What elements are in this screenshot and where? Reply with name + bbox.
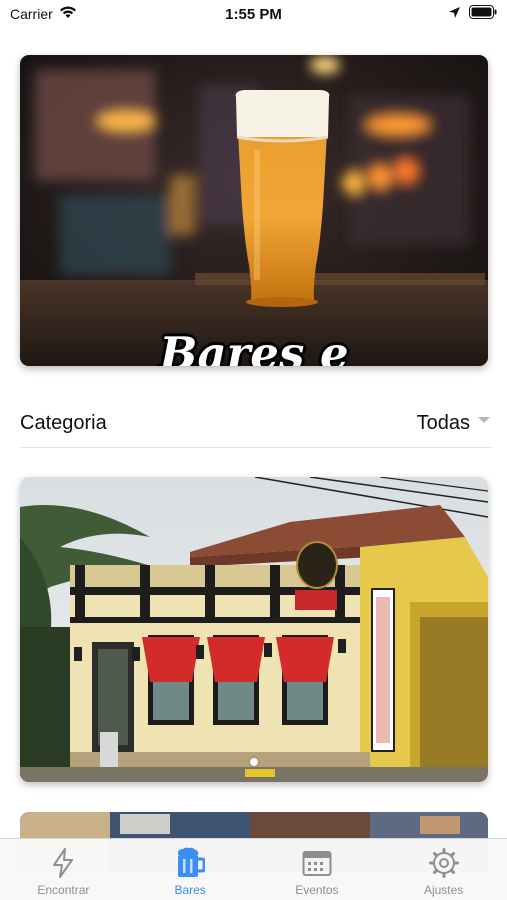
photo-page-indicator[interactable] (20, 758, 488, 766)
status-indicators (448, 5, 497, 24)
category-filter-row: Categoria Todas (20, 400, 492, 448)
tab-label-bares: Bares (174, 883, 206, 897)
category-dropdown[interactable]: Todas (417, 412, 490, 435)
chevron-down-icon (478, 416, 490, 423)
status-bar: Carrier 1:55 PM (0, 0, 507, 30)
status-time: 1:55 PM (225, 6, 282, 23)
page-dot-active (250, 758, 258, 766)
tab-bares[interactable]: Bares (127, 839, 254, 900)
beer-mug-icon (174, 847, 206, 879)
category-selected-value: Todas (416, 412, 470, 434)
lightning-icon (47, 847, 79, 879)
hero-bar-image (20, 55, 488, 366)
hero-banner: Bares e Restaurantes (20, 55, 488, 366)
hero-title: Bares e Restaurantes (159, 327, 349, 366)
gear-icon (428, 847, 460, 879)
tab-encontrar[interactable]: Encontrar (0, 839, 127, 900)
battery-icon (469, 5, 497, 24)
tab-label-ajustes: Ajustes (423, 883, 464, 897)
venue-photo (20, 477, 488, 782)
tab-label-eventos: Eventos (295, 883, 339, 897)
tab-label-encontrar: Encontrar (37, 883, 90, 897)
tab-ajustes[interactable]: Ajustes (380, 839, 507, 900)
category-label: Categoria (20, 412, 107, 434)
location-arrow-icon (448, 6, 461, 24)
tab-eventos[interactable]: Eventos (254, 839, 381, 900)
tab-bar: Encontrar Bares Eventos Ajustes (0, 838, 507, 900)
calendar-icon (301, 847, 333, 879)
venue-card[interactable] (20, 477, 488, 782)
